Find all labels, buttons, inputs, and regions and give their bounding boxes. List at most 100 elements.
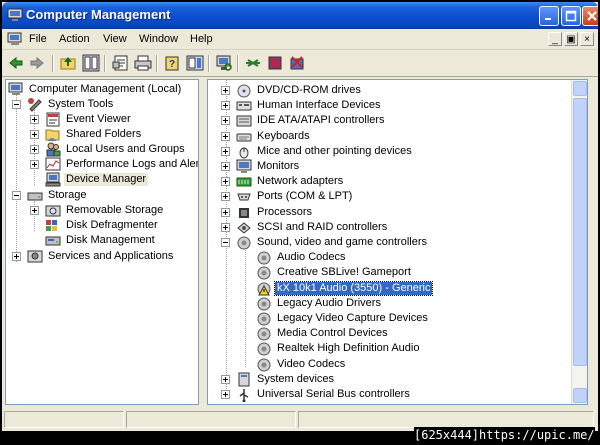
device-label: Creative SBLive! Gameport [277, 266, 411, 278]
expand-icon[interactable] [221, 223, 230, 232]
performance-icon [45, 157, 61, 171]
menu-file[interactable]: File [29, 33, 47, 45]
expand-icon[interactable] [221, 390, 230, 399]
window-title: Computer Management [26, 7, 171, 22]
collapse-icon[interactable] [12, 191, 21, 200]
expand-icon[interactable] [221, 192, 230, 201]
console-tree-pane[interactable]: Computer Management (Local) System Tools… [5, 79, 199, 405]
expand-icon[interactable] [221, 177, 230, 186]
uninstall-icon[interactable] [288, 54, 306, 72]
expand-icon[interactable] [30, 145, 39, 154]
device-label: Processors [257, 206, 313, 218]
title-bar[interactable]: Computer Management [2, 2, 598, 29]
minimize-icon [545, 18, 551, 20]
network-icon [236, 177, 252, 187]
tree-label: Event Viewer [66, 113, 131, 125]
device-label: Sound, video and game controllers [257, 236, 427, 248]
device-label: Monitors [257, 160, 300, 172]
toolbar-separator [104, 55, 106, 72]
tree-label: System Tools [48, 98, 114, 110]
show-hide-tree-icon[interactable] [82, 54, 100, 72]
toolbar-separator [208, 55, 210, 72]
expand-icon[interactable] [221, 116, 230, 125]
event-viewer-icon [46, 112, 60, 127]
system-icon [238, 372, 250, 387]
mdi-controls: _ ▣ × [546, 32, 594, 47]
expand-icon[interactable] [12, 252, 21, 261]
tree-label-selected: Device Manager [64, 173, 149, 186]
tree-root-label: Computer Management (Local) [29, 83, 182, 95]
warning-icon [257, 282, 271, 296]
device-label: Audio Codecs [277, 251, 346, 263]
computer-management-icon [8, 82, 23, 95]
device-label: Keyboards [257, 130, 310, 142]
device-manager-icon [45, 172, 61, 187]
update-driver-icon[interactable] [244, 54, 262, 72]
device-label: Video Codecs [277, 358, 346, 370]
expand-icon[interactable] [30, 160, 39, 169]
collapse-icon[interactable] [12, 100, 21, 109]
collapse-icon[interactable] [221, 238, 230, 247]
sound-icon [257, 327, 271, 341]
back-icon[interactable] [7, 54, 25, 72]
menu-help[interactable]: Help [190, 33, 213, 45]
device-label: IDE ATA/ATAPI controllers [257, 114, 385, 126]
ide-icon [236, 115, 252, 127]
pane-splitter[interactable] [199, 79, 207, 405]
scroll-thumb[interactable] [573, 98, 587, 366]
scroll-down-icon[interactable] [573, 388, 587, 403]
properties-icon[interactable] [112, 54, 130, 72]
expand-icon[interactable] [30, 206, 39, 215]
sound-icon [257, 266, 271, 280]
storage-icon [27, 192, 43, 201]
close-icon [587, 11, 597, 21]
menu-window[interactable]: Window [139, 33, 178, 45]
device-label: Human Interface Devices [257, 99, 381, 111]
expand-icon[interactable] [221, 86, 230, 95]
sound-icon [237, 236, 251, 250]
sound-icon [257, 342, 271, 356]
expand-icon[interactable] [221, 162, 230, 171]
help-icon[interactable]: ? [164, 54, 182, 72]
mmc-icon[interactable] [7, 32, 23, 47]
mdi-minimize-icon[interactable]: _ [548, 32, 562, 46]
scsi-icon [237, 222, 251, 234]
device-tree-pane[interactable]: DVD/CD-ROM drives Human Interface Devices… [207, 79, 588, 405]
expand-icon[interactable] [221, 132, 230, 141]
up-icon[interactable] [59, 54, 77, 72]
tree-label: Services and Applications [48, 250, 174, 262]
expand-icon[interactable] [221, 375, 230, 384]
vertical-scrollbar[interactable] [571, 80, 587, 404]
maximize-button[interactable] [561, 6, 581, 26]
print-icon[interactable] [134, 54, 152, 72]
disable-icon[interactable] [266, 54, 284, 72]
processor-icon [239, 208, 249, 218]
scan-hardware-icon[interactable] [215, 54, 233, 72]
export-icon[interactable] [186, 54, 204, 72]
removable-storage-icon [45, 205, 61, 217]
tree-label: Disk Management [66, 234, 155, 246]
defragmenter-icon [46, 220, 57, 231]
expand-icon[interactable] [30, 115, 39, 124]
toolbar: ? [2, 50, 598, 77]
expand-icon[interactable] [221, 208, 230, 217]
expand-icon[interactable] [30, 130, 39, 139]
mdi-restore-icon[interactable]: ▣ [564, 32, 578, 46]
menu-action[interactable]: Action [59, 33, 90, 45]
disk-management-icon [45, 236, 61, 246]
status-cell [4, 411, 124, 428]
mdi-close-icon[interactable]: × [580, 32, 594, 46]
expand-icon[interactable] [221, 147, 230, 156]
device-label: Universal Serial Bus controllers [257, 388, 410, 400]
scroll-up-icon[interactable] [573, 81, 587, 96]
computer-management-window: Computer Management File Action View Win… [2, 2, 598, 431]
forward-icon[interactable] [28, 54, 46, 72]
toolbar-separator [237, 55, 239, 72]
close-button[interactable] [582, 6, 598, 26]
system-tools-icon [28, 98, 42, 112]
tree-label: Local Users and Groups [66, 143, 185, 155]
minimize-button[interactable] [539, 6, 559, 26]
expand-icon[interactable] [221, 101, 230, 110]
menu-view[interactable]: View [103, 33, 127, 45]
svg-text:?: ? [169, 59, 175, 70]
